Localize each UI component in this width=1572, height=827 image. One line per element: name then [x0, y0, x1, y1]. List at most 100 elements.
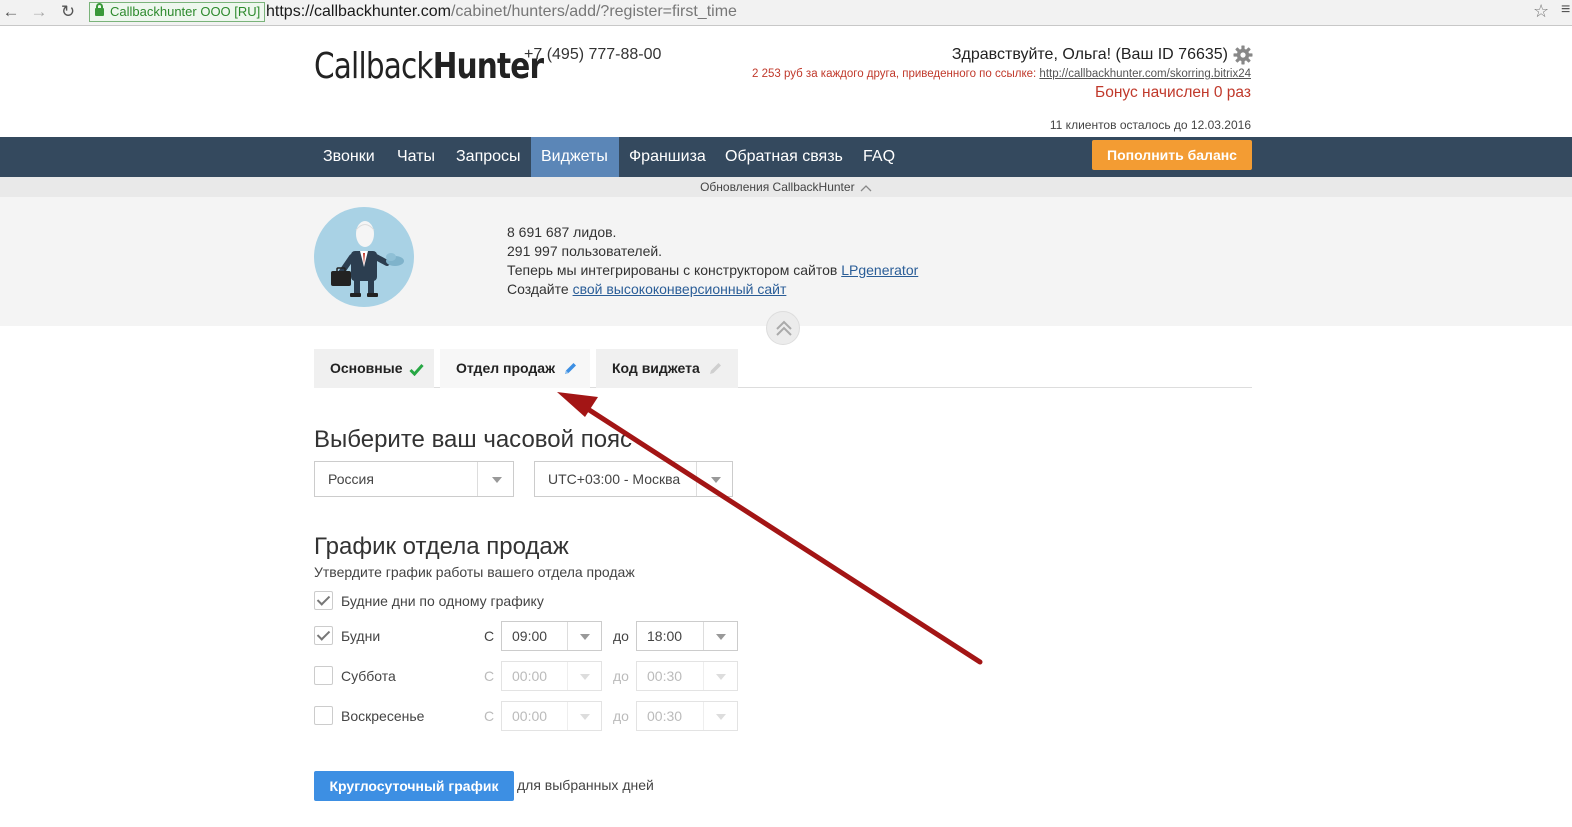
user-greeting: Здравствуйте, Ольга! (Ваш ID 76635) — [951, 46, 1228, 63]
referral-link[interactable]: http://callbackhunter.com/skorring.bitri… — [1039, 68, 1251, 80]
reload-icon[interactable]: ↻ — [57, 2, 79, 22]
lock-icon — [95, 3, 104, 16]
dropdown-arrow-icon — [567, 702, 601, 730]
tab-basic[interactable]: Основные — [314, 349, 434, 388]
create-site-line: Создайте свой высококонверсионный сайт — [507, 280, 918, 299]
to-label: до — [613, 668, 629, 684]
country-select[interactable]: Россия — [314, 461, 514, 497]
from-label: С — [484, 628, 495, 644]
forward-icon[interactable]: → — [28, 2, 50, 22]
collapse-panel-button[interactable] — [766, 311, 800, 345]
news-text: 8 691 687 лидов. 291 997 пользователей. … — [507, 223, 918, 299]
weekdays-checkbox[interactable] — [314, 626, 333, 645]
pencil-icon — [564, 363, 576, 375]
main-navbar: Звонки Чаты Запросы Виджеты Франшиза Обр… — [0, 137, 1572, 177]
nav-item-calls[interactable]: Звонки — [313, 137, 385, 177]
same-schedule-checkbox[interactable] — [314, 591, 333, 610]
clients-left-notice: 11 клиентов осталось до 12.03.2016 — [1049, 118, 1251, 132]
ssl-label: Callbackhunter OOO [RU] — [110, 4, 261, 19]
from-label: С — [484, 668, 495, 684]
tab-widget-code-label: Код виджета — [612, 360, 700, 376]
url-host: https://callbackhunter.com — [266, 3, 451, 20]
to-label: до — [613, 708, 629, 724]
schedule-subtitle: Утвердите график работы вашего отдела пр… — [314, 564, 635, 580]
to-label: до — [613, 628, 629, 644]
referral-text: 2 253 руб за каждого друга, приведенного… — [752, 68, 1040, 80]
weekdays-from-select[interactable]: 09:00 — [501, 621, 602, 651]
users-count: 291 997 пользователей. — [507, 243, 663, 259]
weekdays-to-value: 18:00 — [647, 628, 683, 644]
saturday-from-select[interactable]: 00:00 — [501, 661, 602, 691]
pencil-icon — [709, 363, 721, 375]
sunday-from-select[interactable]: 00:00 — [501, 701, 602, 731]
sunday-label: Воскресенье — [341, 708, 425, 724]
sunday-to-value: 00:30 — [647, 708, 683, 724]
integration-line: Теперь мы интегрированы с конструктором … — [507, 261, 918, 280]
referral-offer: 2 253 руб за каждого друга, приведенного… — [752, 68, 1251, 80]
timezone-select[interactable]: UTC+03:00 - Москва — [534, 461, 733, 497]
saturday-checkbox[interactable] — [314, 666, 333, 685]
url-field[interactable]: https://callbackhunter.com/cabinet/hunte… — [266, 2, 737, 22]
weekdays-from-value: 09:00 — [512, 628, 548, 644]
sunday-to-select[interactable]: 00:30 — [636, 701, 738, 731]
nav-item-franchise[interactable]: Франшиза — [619, 137, 716, 177]
annotation-arrow — [557, 392, 983, 665]
back-icon[interactable]: ← — [0, 2, 22, 22]
create-site-link[interactable]: свой высококонверсионный сайт — [573, 281, 787, 297]
schedule-heading: График отдела продаж — [314, 533, 569, 560]
mascot-avatar — [314, 207, 414, 307]
saturday-from-value: 00:00 — [512, 668, 548, 684]
timezone-heading: Выберите ваш часовой пояс — [314, 426, 633, 453]
create-site-text: Создайте — [507, 281, 573, 297]
url-path: /cabinet/hunters/add/?register=first_tim… — [450, 3, 737, 20]
dropdown-arrow-icon — [703, 622, 737, 650]
tab-sales-label: Отдел продаж — [456, 360, 555, 376]
saturday-label: Суббота — [341, 668, 396, 684]
same-schedule-label: Будние дни по одному графику — [341, 593, 544, 609]
saturday-to-value: 00:30 — [647, 668, 683, 684]
weekdays-label: Будни — [341, 628, 381, 644]
dropdown-arrow-icon — [703, 702, 737, 730]
weekdays-to-select[interactable]: 18:00 — [636, 621, 738, 651]
gear-icon[interactable] — [1233, 45, 1253, 65]
from-label: С — [484, 708, 495, 724]
sunday-checkbox[interactable] — [314, 706, 333, 725]
sunday-from-value: 00:00 — [512, 708, 548, 724]
ssl-badge[interactable]: Callbackhunter OOO [RU] — [89, 2, 266, 22]
nav-item-feedback[interactable]: Обратная связь — [715, 137, 853, 177]
browser-address-bar: ← → ↻ Callbackhunter OOO [RU] https://ca… — [0, 0, 1572, 26]
saturday-to-select[interactable]: 00:30 — [636, 661, 738, 691]
dropdown-arrow-icon — [696, 462, 732, 496]
checkmark-icon — [409, 363, 425, 376]
country-value: Россия — [328, 471, 374, 487]
dropdown-arrow-icon — [567, 662, 601, 690]
nav-item-requests[interactable]: Запросы — [446, 137, 531, 177]
nav-item-widgets[interactable]: Виджеты — [531, 137, 619, 177]
leads-count: 8 691 687 лидов. — [507, 224, 617, 240]
updates-toggle[interactable]: Обновления CallbackHunter — [0, 177, 1572, 197]
round-the-clock-button[interactable]: Круглосуточный график — [314, 771, 514, 801]
tab-sales-department[interactable]: Отдел продаж — [440, 349, 590, 388]
lpgenerator-link[interactable]: LPgenerator — [841, 262, 918, 278]
dropdown-arrow-icon — [703, 662, 737, 690]
logo-light-text: Callback — [314, 46, 434, 87]
nav-item-chats[interactable]: Чаты — [387, 137, 445, 177]
timezone-value: UTC+03:00 - Москва — [548, 471, 681, 487]
browser-menu-icon[interactable]: ≡ — [1561, 1, 1570, 19]
double-chevron-up-icon — [776, 320, 792, 336]
nav-item-faq[interactable]: FAQ — [853, 137, 905, 177]
integration-text: Теперь мы интегрированы с конструктором … — [507, 262, 842, 278]
logo[interactable]: CallbackHunter — [314, 46, 544, 87]
round-the-clock-note: для выбранных дней — [517, 777, 654, 793]
bookmark-star-icon[interactable]: ☆ — [1533, 1, 1549, 22]
tab-widget-code[interactable]: Код виджета — [596, 349, 738, 388]
top-up-balance-button[interactable]: Пополнить баланс — [1092, 140, 1252, 170]
dropdown-arrow-icon — [477, 462, 513, 496]
hunter-mascot-icon — [331, 221, 404, 297]
dropdown-arrow-icon — [567, 622, 601, 650]
updates-label: Обновления CallbackHunter — [700, 180, 855, 194]
support-phone: +7 (495) 777-88-00 — [524, 46, 662, 63]
chevron-up-icon — [860, 184, 872, 192]
tab-basic-label: Основные — [330, 360, 403, 376]
bonus-status: Бонус начислен 0 раз — [1095, 84, 1251, 101]
